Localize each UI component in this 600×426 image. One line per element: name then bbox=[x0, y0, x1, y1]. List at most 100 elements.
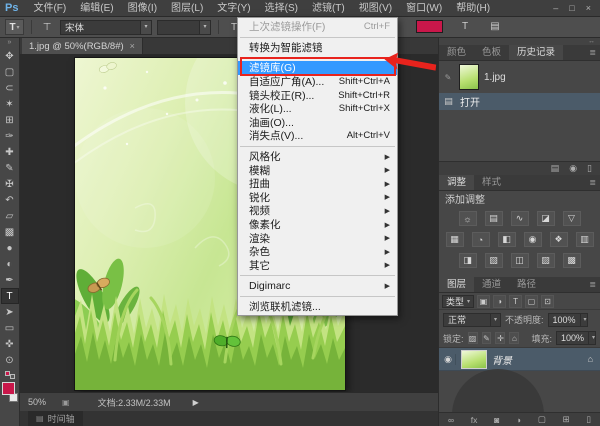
path-selection-tool[interactable]: ➤ bbox=[1, 304, 19, 320]
menu-item-render[interactable]: 渲染▶ bbox=[238, 231, 397, 245]
filter-pixel-layers-icon[interactable]: ▣ bbox=[477, 295, 490, 308]
pen-tool[interactable]: ✒ bbox=[1, 272, 19, 288]
menu-select[interactable]: 选择(S) bbox=[258, 0, 305, 17]
document-tab[interactable]: 1.jpg @ 50%(RGB/8#) × bbox=[22, 38, 143, 54]
menu-view[interactable]: 视图(V) bbox=[352, 0, 399, 17]
type-tool-preset-button[interactable]: T ▾ bbox=[5, 19, 24, 35]
color-lookup-icon[interactable]: ▥ bbox=[576, 232, 594, 247]
type-tool[interactable]: T bbox=[1, 288, 19, 304]
channel-mixer-icon[interactable]: ❖ bbox=[550, 232, 568, 247]
crop-tool[interactable]: ⊞ bbox=[1, 112, 19, 128]
lock-all-icon[interactable]: ⌂ bbox=[509, 332, 519, 344]
history-step-open[interactable]: ▤ 打开 bbox=[439, 93, 600, 110]
blur-tool[interactable]: ● bbox=[1, 240, 19, 256]
hand-tool[interactable]: ✜ bbox=[1, 336, 19, 352]
timeline-tab[interactable]: ▤ 时间轴 bbox=[28, 411, 83, 426]
marquee-tool[interactable]: ▢ bbox=[1, 64, 19, 80]
lock-transparency-icon[interactable]: ▨ bbox=[468, 332, 478, 344]
panel-collapse-icon[interactable]: ↔ bbox=[588, 38, 595, 45]
menu-item-digimarc[interactable]: Digimarc▶ bbox=[238, 279, 397, 293]
link-layers-icon[interactable]: ∞ bbox=[448, 415, 454, 425]
filter-type-layers-icon[interactable]: T bbox=[509, 295, 522, 308]
gradient-tool[interactable]: ▩ bbox=[1, 224, 19, 240]
history-source-icon[interactable]: ✎ bbox=[442, 73, 454, 82]
menu-item-lens-correction[interactable]: 镜头校正(R)...Shift+Ctrl+R bbox=[238, 88, 397, 102]
layer-style-fx-icon[interactable]: fx bbox=[471, 415, 478, 425]
tab-channels[interactable]: 通道 bbox=[474, 277, 509, 292]
filter-kind-select[interactable]: 类型 ▾ bbox=[442, 295, 474, 308]
layer-name[interactable]: 背景 bbox=[492, 352, 583, 367]
add-layer-mask-icon[interactable]: ◙ bbox=[494, 415, 499, 425]
blend-mode-select[interactable]: 正常 ▾ bbox=[443, 313, 501, 327]
fill-select[interactable]: 100% ▾ bbox=[556, 331, 596, 345]
font-size-select[interactable]: ▾ bbox=[157, 20, 211, 35]
text-color-swatch[interactable] bbox=[416, 20, 443, 33]
delete-layer-icon[interactable]: ▯ bbox=[586, 414, 591, 425]
foreground-color-swatch[interactable] bbox=[2, 382, 15, 395]
lasso-tool[interactable]: ⊂ bbox=[1, 80, 19, 96]
history-snapshot-row[interactable]: ✎ 1.jpg bbox=[439, 61, 600, 93]
close-icon[interactable]: × bbox=[586, 3, 591, 13]
menu-image[interactable]: 图像(I) bbox=[121, 0, 164, 17]
hue-saturation-icon[interactable]: ▦ bbox=[446, 232, 464, 247]
menu-item-other[interactable]: 其它▶ bbox=[238, 259, 397, 273]
new-document-from-state-icon[interactable]: ▤ bbox=[551, 163, 560, 174]
posterize-icon[interactable]: ▧ bbox=[485, 253, 503, 268]
opacity-select[interactable]: 100% ▾ bbox=[548, 313, 588, 327]
brush-tool[interactable]: ✎ bbox=[1, 160, 19, 176]
menu-item-pixelate[interactable]: 像素化▶ bbox=[238, 218, 397, 232]
zoom-level-field[interactable]: 50% bbox=[28, 397, 62, 407]
menu-help[interactable]: 帮助(H) bbox=[449, 0, 497, 17]
filter-adjustment-layers-icon[interactable]: ◑ bbox=[493, 295, 506, 308]
menu-type[interactable]: 文字(Y) bbox=[210, 0, 257, 17]
vibrance-icon[interactable]: ▽ bbox=[563, 211, 581, 226]
gradient-map-icon[interactable]: ▩ bbox=[563, 253, 581, 268]
layer-visibility-eye-icon[interactable]: ◉ bbox=[441, 354, 456, 365]
tab-history[interactable]: 历史记录 bbox=[509, 45, 563, 60]
status-arrow-icon[interactable]: ▶ bbox=[193, 398, 199, 407]
minimize-icon[interactable]: ‒ bbox=[553, 3, 558, 13]
zoom-tool[interactable]: ⊙ bbox=[1, 352, 19, 368]
default-colors-icon[interactable] bbox=[5, 371, 15, 379]
menu-item-filter-gallery[interactable]: 滤镜库(G) bbox=[238, 61, 397, 75]
toggle-panels-icon[interactable]: ▤ bbox=[487, 21, 503, 32]
color-balance-icon[interactable]: ◔ bbox=[472, 232, 490, 247]
menu-window[interactable]: 窗口(W) bbox=[399, 0, 449, 17]
filter-shape-layers-icon[interactable]: ▢ bbox=[525, 295, 538, 308]
close-icon[interactable]: × bbox=[130, 41, 135, 51]
new-adjustment-layer-icon[interactable]: ◑ bbox=[516, 415, 521, 425]
menu-item-liquify[interactable]: 液化(L)...Shift+Ctrl+X bbox=[238, 102, 397, 116]
magic-wand-tool[interactable]: ✶ bbox=[1, 96, 19, 112]
lock-pixels-icon[interactable]: ✎ bbox=[482, 332, 492, 344]
menu-layer[interactable]: 图层(L) bbox=[164, 0, 210, 17]
tab-layers[interactable]: 图层 bbox=[439, 277, 474, 292]
tab-adjustments[interactable]: 调整 bbox=[439, 175, 474, 190]
panel-menu-icon[interactable]: ≣ bbox=[589, 277, 600, 292]
menu-item-vanishing-point[interactable]: 消失点(V)...Alt+Ctrl+V bbox=[238, 129, 397, 143]
tab-styles[interactable]: 样式 bbox=[474, 175, 509, 190]
panel-menu-icon[interactable]: ≣ bbox=[589, 175, 600, 190]
text-orientation-icon[interactable]: ⊤ bbox=[39, 22, 55, 33]
curves-icon[interactable]: ∿ bbox=[511, 211, 529, 226]
history-brush-tool[interactable]: ↶ bbox=[1, 192, 19, 208]
clone-stamp-tool[interactable]: ✠ bbox=[1, 176, 19, 192]
menu-item-video[interactable]: 视频▶ bbox=[238, 204, 397, 218]
menu-filter[interactable]: 滤镜(T) bbox=[305, 0, 352, 17]
warp-text-icon[interactable]: T bbox=[457, 21, 473, 32]
layer-thumbnail[interactable] bbox=[461, 350, 487, 369]
menu-item-convert-smart-filter[interactable]: 转换为智能滤镜 bbox=[238, 41, 397, 55]
lock-position-icon[interactable]: ✛ bbox=[495, 332, 505, 344]
invert-icon[interactable]: ◨ bbox=[459, 253, 477, 268]
menu-item-sharpen[interactable]: 锐化▶ bbox=[238, 191, 397, 205]
exposure-icon[interactable]: ◪ bbox=[537, 211, 555, 226]
healing-brush-tool[interactable]: ✚ bbox=[1, 144, 19, 160]
new-layer-icon[interactable]: ⊞ bbox=[562, 414, 569, 425]
tab-paths[interactable]: 路径 bbox=[509, 277, 544, 292]
maximize-icon[interactable]: □ bbox=[569, 3, 574, 13]
levels-icon[interactable]: ▤ bbox=[485, 211, 503, 226]
panel-menu-icon[interactable]: ≣ bbox=[589, 45, 600, 60]
menu-edit[interactable]: 编辑(E) bbox=[73, 0, 120, 17]
move-tool[interactable]: ✥ bbox=[1, 48, 19, 64]
menu-item-adaptive-wide-angle[interactable]: 自适应广角(A)...Shift+Ctrl+A bbox=[238, 75, 397, 89]
shape-tool[interactable]: ▭ bbox=[1, 320, 19, 336]
